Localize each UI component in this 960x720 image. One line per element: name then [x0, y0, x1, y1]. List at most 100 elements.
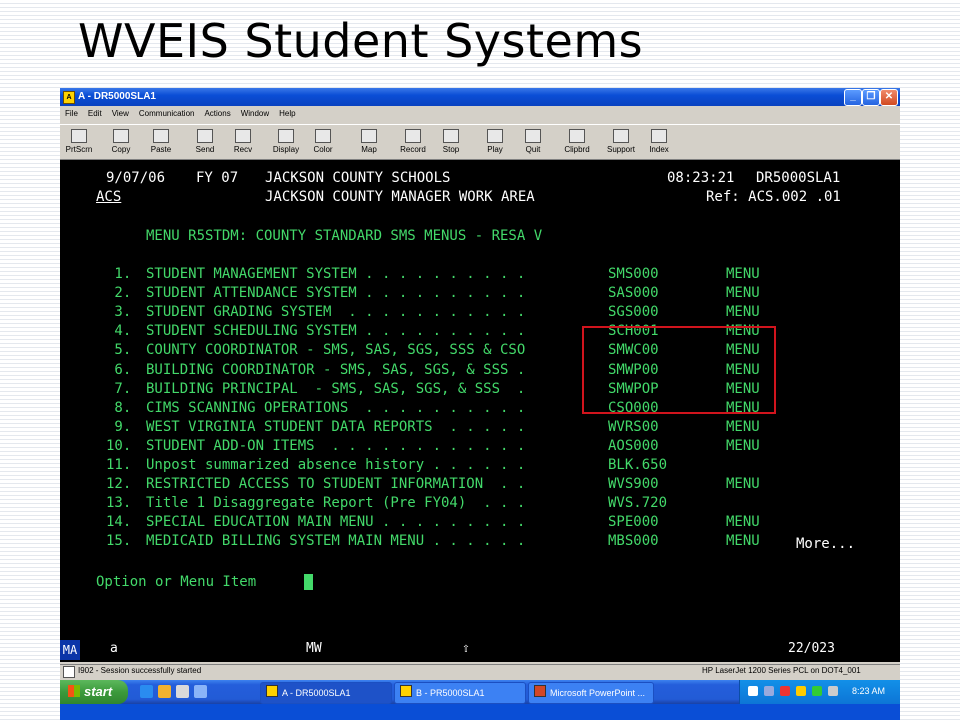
quit-icon: [525, 129, 541, 143]
menu-item-label: STUDENT ATTENDANCE SYSTEM . . . . . . . …: [146, 285, 526, 301]
menubar: File Edit View Communication Actions Window He…: [60, 107, 900, 122]
menu-item-type: MENU: [726, 419, 760, 435]
menu-item-number: 1.: [106, 266, 132, 282]
copy-button[interactable]: Copy: [104, 128, 138, 156]
close-button[interactable]: ✕: [880, 89, 898, 106]
menu-item-number: 14.: [106, 514, 132, 530]
menu-item-label: BUILDING COORDINATOR - SMS, SAS, SGS, & …: [146, 362, 526, 378]
index-button[interactable]: Index: [642, 128, 676, 156]
toolbar: PrtScrn Copy Paste Send Recv Display Col…: [60, 124, 900, 160]
menu-edit[interactable]: Edit: [83, 107, 107, 118]
menu-item-type: MENU: [726, 476, 760, 492]
menu-item-type: MENU: [726, 533, 760, 549]
printer-status: HP LaserJet 1200 Series PCL on DOT4_001: [702, 666, 861, 675]
header-district: JACKSON COUNTY SCHOOLS: [265, 170, 451, 186]
status-mode: a: [110, 641, 118, 656]
display-button[interactable]: Display: [269, 128, 303, 156]
tray-icon[interactable]: [748, 686, 758, 696]
menu-item-number: 5.: [106, 342, 132, 358]
option-prompt: Option or Menu Item: [96, 574, 257, 590]
text-cursor: [304, 574, 313, 590]
menu-item-label: Unpost summarized absence history . . . …: [146, 457, 526, 473]
color-button[interactable]: Color: [306, 128, 340, 156]
folder-quicklaunch-icon[interactable]: [158, 685, 171, 698]
menu-item-code: BLK.650: [608, 457, 668, 473]
start-button[interactable]: start: [60, 680, 128, 704]
tray-icon[interactable]: [828, 686, 838, 696]
menu-item-label: STUDENT SCHEDULING SYSTEM . . . . . . . …: [146, 323, 526, 339]
menu-item-code: AOS000: [608, 438, 659, 454]
menu-item-label: WEST VIRGINIA STUDENT DATA REPORTS . . .…: [146, 419, 526, 435]
menu-item-label: STUDENT GRADING SYSTEM . . . . . . . . .…: [146, 304, 526, 320]
oia-indicator: MA: [60, 640, 80, 660]
menu-item-label: STUDENT ADD-ON ITEMS . . . . . . . . . .…: [146, 438, 526, 454]
slide-title: WVEIS Student Systems: [78, 14, 644, 68]
tray-icon[interactable]: [780, 686, 790, 696]
tray-icon[interactable]: [812, 686, 822, 696]
support-button[interactable]: Support: [604, 128, 638, 156]
menu-item-number: 12.: [106, 476, 132, 492]
menu-item-number: 2.: [106, 285, 132, 301]
header-time: 08:23:21: [667, 170, 735, 186]
terminal-task-icon: [266, 685, 278, 697]
menu-item-number: 8.: [106, 400, 132, 416]
menu-window[interactable]: Window: [236, 107, 274, 118]
stop-icon: [443, 129, 459, 143]
prtscrn-button[interactable]: PrtScrn: [62, 128, 96, 156]
menu-file[interactable]: File: [60, 107, 83, 118]
menu-actions[interactable]: Actions: [199, 107, 235, 118]
header-area: JACKSON COUNTY MANAGER WORK AREA: [265, 189, 535, 205]
stop-button[interactable]: Stop: [434, 128, 468, 156]
terminal-task-icon: [400, 685, 412, 697]
record-icon: [405, 129, 421, 143]
task-powerpoint[interactable]: Microsoft PowerPoint ...: [528, 682, 654, 704]
menu-title: MENU R5STDM: COUNTY STANDARD SMS MENUS -…: [146, 228, 543, 244]
paste-button[interactable]: Paste: [144, 128, 178, 156]
menu-item-type: MENU: [726, 266, 760, 282]
map-button[interactable]: Map: [352, 128, 386, 156]
task-b-session[interactable]: B - PR5000SLA1: [394, 682, 526, 704]
clock[interactable]: 8:23 AM: [852, 686, 885, 696]
bottom-strip: [60, 704, 900, 720]
session-message: I902 - Session successfully started: [78, 666, 202, 675]
more-indicator: More...: [796, 536, 856, 552]
menu-item-code: WVS.720: [608, 495, 668, 511]
system-tray: 8:23 AM: [739, 680, 900, 704]
menu-item-label: STUDENT MANAGEMENT SYSTEM . . . . . . . …: [146, 266, 526, 282]
play-button[interactable]: Play: [478, 128, 512, 156]
recv-button[interactable]: Recv: [226, 128, 260, 156]
display-icon: [278, 129, 294, 143]
menu-item-type: MENU: [726, 514, 760, 530]
menu-communication[interactable]: Communication: [134, 107, 200, 118]
quit-button[interactable]: Quit: [516, 128, 550, 156]
header-fy: FY 07: [196, 170, 239, 186]
terminal-window: A A - DR5000SLA1 _ ❐ ✕ File Edit View Commu…: [60, 88, 900, 720]
window-titlebar[interactable]: A A - DR5000SLA1 _ ❐ ✕: [60, 88, 900, 106]
status-arrow-icon: ⇧: [462, 641, 470, 656]
desktop-quicklaunch-icon[interactable]: [176, 685, 189, 698]
status-line: a MW ⇧ 22/023: [60, 638, 900, 662]
menu-item-number: 11.: [106, 457, 132, 473]
menu-item-label: COUNTY COORDINATOR - SMS, SAS, SGS, SSS …: [146, 342, 526, 358]
clipbrd-button[interactable]: Clipbrd: [560, 128, 594, 156]
menu-view[interactable]: View: [107, 107, 134, 118]
terminal-screen[interactable]: 9/07/06 FY 07 JACKSON COUNTY SCHOOLS 08:…: [60, 160, 900, 638]
record-button[interactable]: Record: [396, 128, 430, 156]
task-a-session[interactable]: A - DR5000SLA1: [260, 682, 392, 704]
session-status-bar: I902 - Session successfully started HP L…: [60, 664, 900, 679]
ie-quicklaunch-icon[interactable]: [140, 685, 153, 698]
index-icon: [651, 129, 667, 143]
tray-icon[interactable]: [764, 686, 774, 696]
window-title: A - DR5000SLA1: [78, 91, 156, 102]
minimize-button[interactable]: _: [844, 89, 862, 106]
menu-item-label: RESTRICTED ACCESS TO STUDENT INFORMATION…: [146, 476, 526, 492]
maximize-button[interactable]: ❐: [862, 89, 880, 106]
tray-icon[interactable]: [796, 686, 806, 696]
app-quicklaunch-icon[interactable]: [194, 685, 207, 698]
menu-item-type: MENU: [726, 285, 760, 301]
menu-item-label: BUILDING PRINCIPAL - SMS, SAS, SGS, & SS…: [146, 381, 526, 397]
taskbar: start A - DR5000SLA1 B - PR5000SLA1 Micr…: [60, 680, 900, 704]
paste-icon: [153, 129, 169, 143]
send-button[interactable]: Send: [188, 128, 222, 156]
menu-help[interactable]: Help: [274, 107, 300, 118]
